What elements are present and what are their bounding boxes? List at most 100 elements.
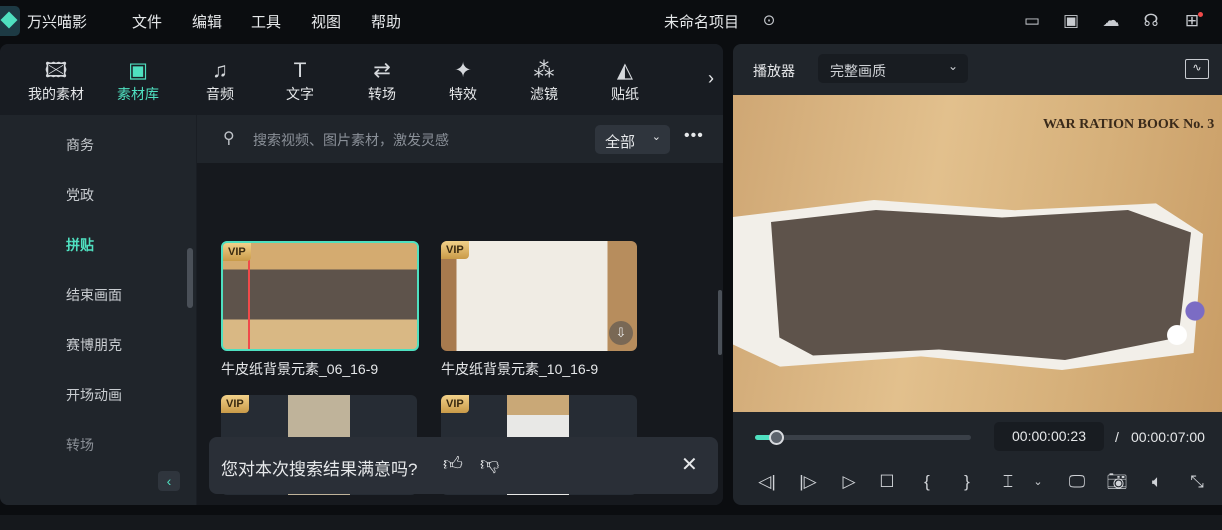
menu-tools[interactable]: 工具 (251, 11, 281, 32)
search-icon: ⚲ (223, 130, 235, 147)
category-item[interactable]: 转场 (66, 435, 94, 455)
tab-my-media[interactable]: 🖾 我的素材 (16, 58, 96, 104)
chevron-down-icon: ⌄ (947, 59, 958, 73)
tab-filters[interactable]: ⁂ 滤镜 (504, 58, 584, 104)
fullscreen-icon[interactable]: ⤡ (1186, 471, 1208, 493)
progress-handle[interactable] (768, 430, 784, 445)
quality-value: 完整画质 (830, 63, 886, 79)
cut-off-labels (197, 164, 723, 170)
timeline-area (0, 515, 1222, 530)
support-headset-icon[interactable]: ☊ (1140, 10, 1162, 32)
chevron-right-icon[interactable]: › (708, 68, 714, 89)
transition-icon: ⇄ (373, 59, 391, 82)
menu-file[interactable]: 文件 (132, 11, 162, 32)
feedback-question: 您对本次搜索结果满意吗? (221, 460, 418, 479)
video-preview: WAR RATION BOOK No. 3 (733, 95, 1222, 412)
snapshot-camera-icon[interactable]: 📷︎ (1106, 471, 1128, 493)
tab-text[interactable]: T 文字 (260, 58, 340, 104)
app-name: 万兴喵影 (27, 14, 88, 31)
quality-dropdown[interactable]: 完整画质 ⌄ (818, 54, 968, 83)
menu-edit[interactable]: 编辑 (192, 11, 222, 32)
vip-badge: VIP (223, 243, 251, 261)
category-item[interactable]: 商务 (66, 135, 94, 155)
project-title[interactable]: 未命名项目 (664, 11, 739, 32)
more-options-icon[interactable]: ••• (684, 127, 704, 145)
category-item-active[interactable]: 拼贴 (66, 235, 94, 255)
grid-scrollbar[interactable] (718, 290, 722, 355)
search-bar: ⚲ 搜索视频、图片素材，激发灵感 全部 ⌄ ••• (197, 115, 723, 163)
flower-decoration (1153, 295, 1213, 375)
download-icon[interactable]: ⇩ (609, 321, 633, 345)
vip-badge: VIP (221, 395, 249, 413)
tab-label: 文字 (286, 86, 314, 102)
tab-effects[interactable]: ✦ 特效 (423, 58, 503, 104)
total-time: 00:00:07:00 (1131, 429, 1205, 445)
tab-media-library[interactable]: ▣ 素材库 (98, 58, 178, 104)
layout-icon[interactable]: ▭ (1021, 10, 1043, 32)
tab-label: 音频 (206, 86, 234, 102)
torn-paper-dark (771, 210, 1191, 360)
player-panel: 播放器 完整画质 ⌄ ∿ WAR RATION BOOK No. 3 00:00:… (733, 44, 1222, 505)
tab-label: 我的素材 (28, 86, 84, 102)
mark-out-icon[interactable]: } (956, 471, 978, 493)
music-icon: ♫ (212, 59, 228, 82)
text-icon: T (293, 59, 307, 82)
chevron-down-icon: ⌄ (651, 131, 661, 143)
media-card-selected[interactable]: VIP (221, 241, 419, 351)
app-logo (0, 6, 20, 36)
previous-frame-icon[interactable]: ◁| (756, 471, 778, 493)
category-item[interactable]: 结束画面 (66, 285, 122, 305)
search-input[interactable]: 搜索视频、图片素材，激发灵感 (253, 130, 583, 150)
tab-label: 素材库 (117, 86, 159, 102)
media-card-title: 牛皮纸背景元素_06_16-9 (221, 361, 379, 377)
waveform-monitor-icon[interactable]: ∿ (1185, 59, 1209, 79)
save-icon[interactable]: ▣ (1060, 10, 1082, 32)
category-item[interactable]: 党政 (66, 185, 94, 205)
next-frame-icon[interactable]: |▷ (797, 471, 819, 493)
stop-icon[interactable]: ☐ (876, 471, 898, 493)
category-item[interactable]: 赛博朋克 (66, 335, 122, 355)
vip-badge: VIP (441, 241, 469, 259)
menu-view[interactable]: 视图 (311, 11, 341, 32)
play-icon[interactable]: ▷ (838, 471, 860, 493)
saved-check-icon: ⊙ (762, 12, 776, 29)
filter-dropdown[interactable]: 全部 ⌄ (595, 125, 670, 154)
media-panel: 🖾 我的素材 ▣ 素材库 ♫ 音频 T 文字 ⇄ 转场 ✦ 特效 ⁂ 滤镜 ◭ 贴纸 › 商务 … (0, 44, 723, 505)
category-sidebar: 商务 党政 拼贴 结束画面 赛博朋克 开场动画 转场 ‹ (0, 115, 196, 505)
filter-icon: ⁂ (533, 59, 555, 82)
tab-label: 转场 (368, 86, 396, 102)
insert-clip-icon[interactable]: ⌶ (997, 471, 1019, 493)
cloud-upload-icon[interactable]: ☁ (1100, 10, 1122, 32)
thumbs-down-icon[interactable]: 👎︎ (480, 453, 499, 476)
current-time[interactable]: 00:00:00:23 (994, 422, 1104, 451)
title-bar: 万兴喵影 文件 编辑 工具 视图 帮助 未命名项目 ⊙ ▭ ▣ ☁ ☊ ⊞ (0, 0, 1222, 44)
sticker-icon: ◭ (616, 59, 634, 82)
tab-label: 滤镜 (530, 86, 558, 102)
mark-in-icon[interactable]: { (916, 471, 938, 493)
thumbs-up-icon[interactable]: 👍︎ (443, 453, 463, 476)
chevron-down-icon[interactable]: ⌄ (1027, 471, 1049, 493)
tab-label: 特效 (449, 86, 477, 102)
media-card[interactable]: VIP ⇩ (441, 241, 637, 351)
cloud-folder-icon: ▣ (128, 59, 148, 82)
volume-icon[interactable]: 🔈︎ (1146, 471, 1168, 493)
image-icon: 🖾 (44, 59, 68, 82)
search-feedback-toast: 您对本次搜索结果满意吗? 👍︎ 👎︎ ✕ (209, 437, 718, 494)
video-text: WAR RATION BOOK No. 3 (1043, 117, 1215, 132)
player-label: 播放器 (753, 63, 795, 79)
tab-audio[interactable]: ♫ 音频 (180, 58, 260, 104)
close-icon[interactable]: ✕ (681, 452, 698, 477)
collapse-sidebar-button[interactable]: ‹ (158, 471, 180, 491)
menu-help[interactable]: 帮助 (371, 11, 401, 32)
effects-icon: ✦ (454, 59, 472, 82)
tab-stickers[interactable]: ◭ 贴纸 (585, 58, 665, 104)
tab-transitions[interactable]: ⇄ 转场 (342, 58, 422, 104)
sidebar-scrollbar[interactable] (187, 248, 193, 308)
category-item[interactable]: 开场动画 (66, 385, 122, 405)
filter-value: 全部 (605, 134, 636, 151)
progress-slider[interactable] (755, 430, 971, 445)
display-settings-icon[interactable]: 🖵︎ (1066, 471, 1088, 493)
media-toolbar: 🖾 我的素材 ▣ 素材库 ♫ 音频 T 文字 ⇄ 转场 ✦ 特效 ⁂ 滤镜 ◭ 贴纸 › (0, 44, 723, 115)
media-card-title: 牛皮纸背景元素_10_16-9 (441, 361, 599, 377)
apps-grid-icon[interactable]: ⊞ (1181, 10, 1203, 32)
